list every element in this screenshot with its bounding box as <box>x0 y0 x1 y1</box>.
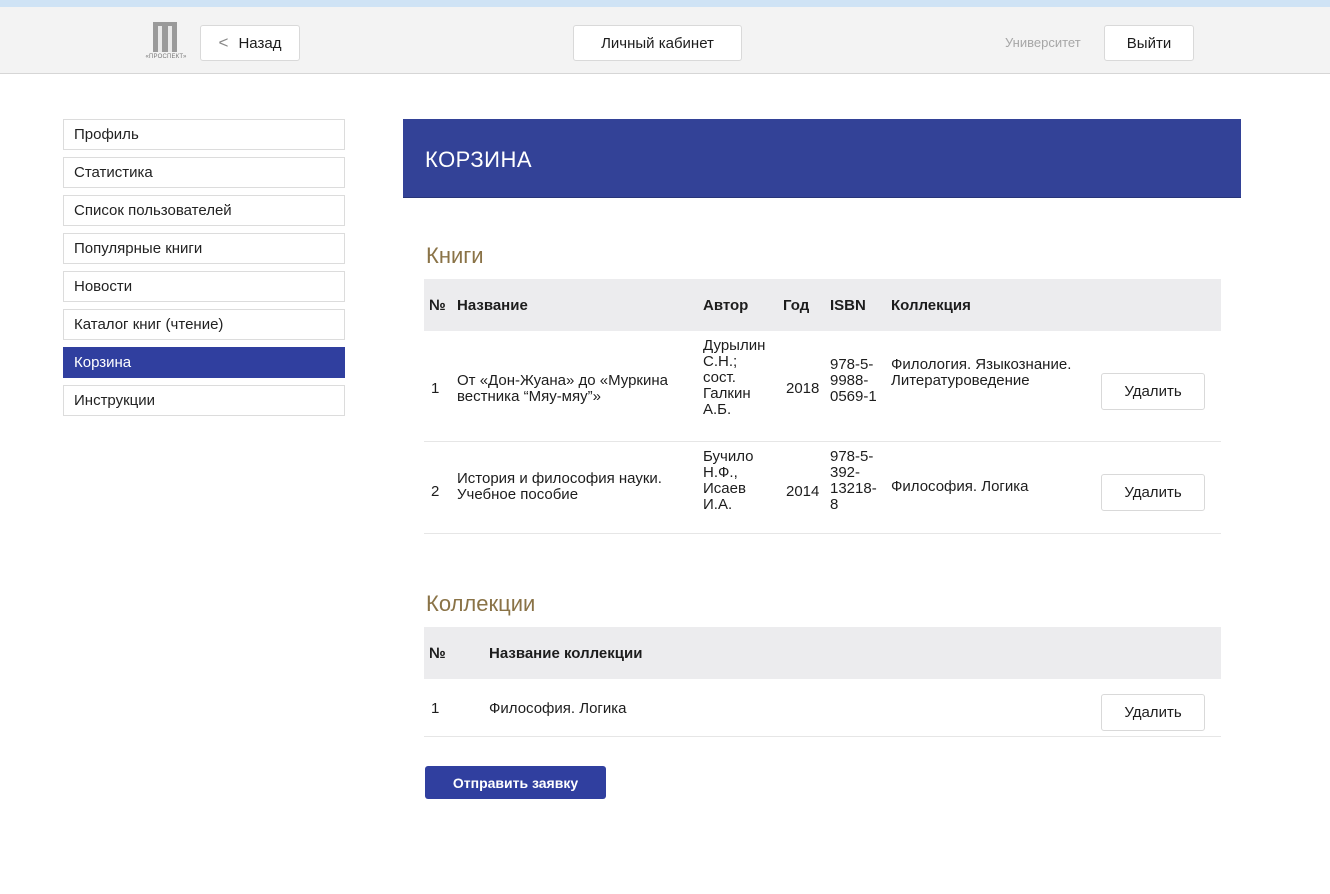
table-row: 2 История и философия науки. Учебное пос… <box>424 442 1221 534</box>
col-isbn: ISBN <box>830 297 866 314</box>
book-author: Бучило Н.Ф., Исаев И.А. <box>703 448 754 513</box>
col-name: Название <box>457 297 528 314</box>
delete-button[interactable]: Удалить <box>1101 694 1205 731</box>
row-num: 1 <box>431 700 440 717</box>
book-collection: Филология. Языкознание. Литературоведени… <box>891 356 1072 389</box>
delete-button[interactable]: Удалить <box>1101 373 1205 410</box>
col-year: Год <box>783 297 810 314</box>
table-row: 1 От «Дон-Жуана» до «Муркина вестника “М… <box>424 331 1221 442</box>
logout-button-label: Выйти <box>1126 34 1172 52</box>
chevron-left-icon: < <box>218 33 229 52</box>
submit-request-label: Отправить заявку <box>452 774 579 791</box>
book-isbn: 978-5-9988-0569-1 <box>830 356 877 405</box>
delete-button-label: Удалить <box>1124 383 1182 400</box>
collections-table-header: № Название коллекции <box>424 627 1221 679</box>
sidebar-item-cart[interactable]: Корзина <box>63 347 345 378</box>
row-num: 2 <box>431 483 440 500</box>
book-year: 2014 <box>786 483 820 500</box>
logo-caption: «ПРОСПЕКТ» <box>145 54 187 60</box>
books-section-title: Книги <box>426 243 484 268</box>
sidebar-item-profile[interactable]: Профиль <box>63 119 345 150</box>
personal-cabinet-button[interactable]: Личный кабинет <box>573 25 742 61</box>
book-name: От «Дон-Жуана» до «Муркина вестника “Мяу… <box>457 372 668 405</box>
book-name: История и философия науки. Учебное пособ… <box>457 470 662 503</box>
col-collection-name: Название коллекции <box>489 645 643 662</box>
sidebar-item-news[interactable]: Новости <box>63 271 345 302</box>
sidebar-item-instructions[interactable]: Инструкции <box>63 385 345 416</box>
university-label: Университет <box>1005 35 1081 50</box>
delete-button-label: Удалить <box>1124 704 1182 721</box>
window-edge <box>0 0 1330 7</box>
book-collection: Философия. Логика <box>891 478 1029 495</box>
delete-button[interactable]: Удалить <box>1101 474 1205 511</box>
page-title: КОРЗИНА <box>425 147 533 172</box>
col-num: № <box>429 645 446 662</box>
sidebar-item-statistics[interactable]: Статистика <box>63 157 345 188</box>
row-num: 1 <box>431 380 440 397</box>
book-year: 2018 <box>786 380 820 397</box>
delete-button-label: Удалить <box>1124 484 1182 501</box>
personal-cabinet-label: Личный кабинет <box>601 34 714 52</box>
sidebar-item-popular-books[interactable]: Популярные книги <box>63 233 345 264</box>
collections-section-title: Коллекции <box>426 591 536 616</box>
col-num: № <box>429 297 446 314</box>
book-author: Дурылин С.Н.; сост. Галкин А.Б. <box>703 337 766 418</box>
col-collection: Коллекция <box>891 297 971 314</box>
back-button-label: Назад <box>238 34 282 52</box>
col-author: Автор <box>703 297 749 314</box>
books-table-header: № Название Автор Год ISBN Коллекция <box>424 279 1221 331</box>
prospekt-logo[interactable]: «ПРОСПЕКТ» <box>144 22 188 64</box>
page-header: КОРЗИНА <box>403 119 1241 197</box>
book-isbn: 978-5-392-13218-8 <box>830 448 877 513</box>
sidebar-item-catalog[interactable]: Каталог книг (чтение) <box>63 309 345 340</box>
collection-name: Философия. Логика <box>489 700 627 717</box>
top-bar: «ПРОСПЕКТ» < Назад Личный кабинет Универ… <box>0 0 1330 74</box>
table-row: 1 Философия. Логика Удалить <box>424 679 1221 737</box>
logo-icon <box>153 22 177 52</box>
submit-request-button[interactable]: Отправить заявку <box>425 766 606 799</box>
back-button[interactable]: < Назад <box>200 25 300 61</box>
sidebar-item-users[interactable]: Список пользователей <box>63 195 345 226</box>
logout-button[interactable]: Выйти <box>1104 25 1194 61</box>
